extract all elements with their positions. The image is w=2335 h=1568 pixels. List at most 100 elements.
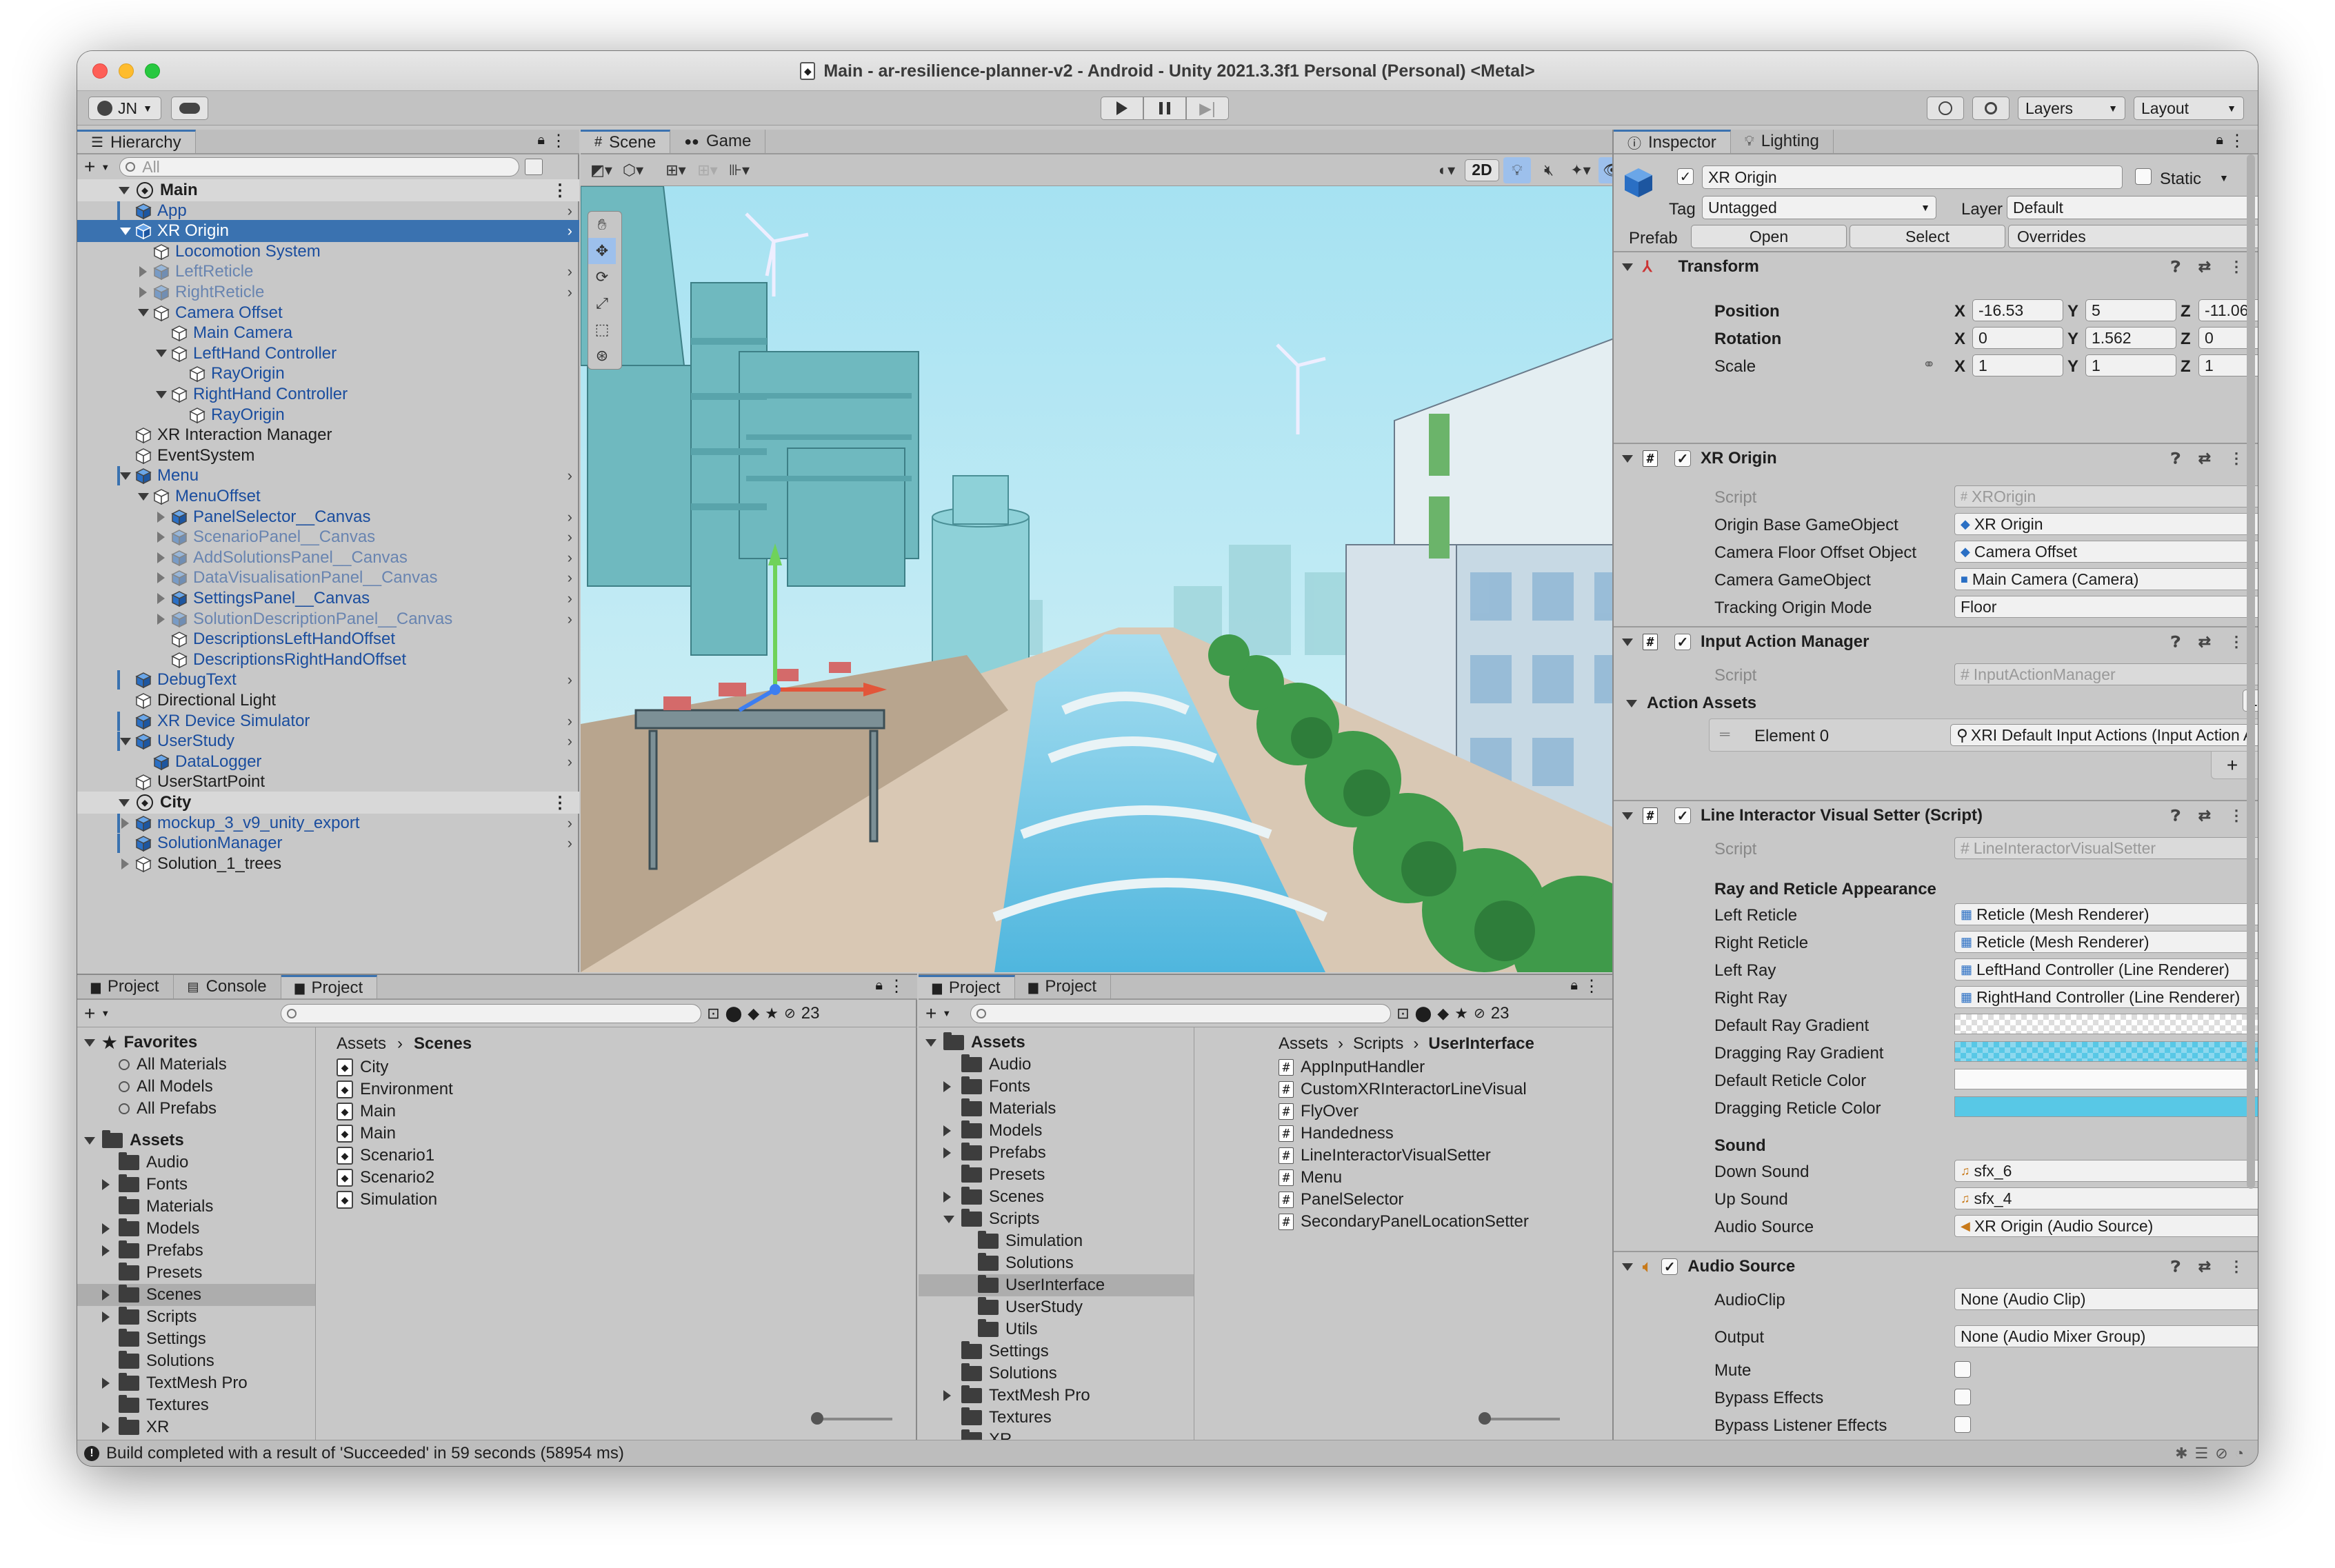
- favorite-item[interactable]: All Models: [77, 1076, 315, 1098]
- rotation-x-input[interactable]: 0: [1972, 327, 2063, 349]
- more-menu-icon[interactable]: ⋮: [2229, 807, 2244, 825]
- scene-file[interactable]: ◆ Simulation: [337, 1189, 888, 1211]
- chevron-right-icon[interactable]: [139, 287, 147, 298]
- hierarchy-item[interactable]: SolutionDescriptionPanel__Canvas ›: [77, 608, 579, 630]
- line-setter-header[interactable]: # ✓ Line Interactor Visual Setter (Script)…: [1614, 800, 2258, 830]
- chevron-right-icon[interactable]: ›: [568, 467, 572, 485]
- chevron-right-icon[interactable]: ›: [568, 753, 572, 771]
- tag-filter-icon[interactable]: ◆: [1437, 1005, 1449, 1023]
- chevron-right-icon[interactable]: ›: [568, 671, 572, 689]
- breadcrumb-assets[interactable]: Assets: [1279, 1034, 1328, 1054]
- folder-item[interactable]: Simulation: [919, 1230, 1194, 1252]
- hierarchy-item[interactable]: SolutionManager ›: [77, 832, 579, 854]
- tag-filter-icon[interactable]: ◆: [748, 1005, 759, 1023]
- folder-tree-section[interactable]: ★ Favorites: [77, 1032, 315, 1054]
- folder-item[interactable]: Textures: [77, 1394, 315, 1416]
- chevron-down-icon[interactable]: [119, 798, 130, 807]
- input-action-manager-header[interactable]: # ✓ Input Action Manager ❓︎ ⇄ ⋮: [1614, 626, 2258, 656]
- play-button[interactable]: [1101, 97, 1143, 120]
- preset-icon[interactable]: ⇄: [2198, 258, 2211, 276]
- script-file[interactable]: # PanelSelector: [1279, 1189, 1596, 1211]
- search-by-label-icon[interactable]: ⬤: [725, 1005, 743, 1023]
- folder-item[interactable]: Solutions: [77, 1350, 315, 1372]
- axis-label-y[interactable]: Y: [2067, 330, 2078, 349]
- audio-toggle-checkbox[interactable]: [1954, 1389, 1971, 1405]
- hierarchy-item[interactable]: Camera Offset: [77, 302, 579, 324]
- scale-tool-icon[interactable]: ⤢: [588, 290, 616, 316]
- rotate-tool-icon[interactable]: ⟳: [588, 264, 616, 290]
- scene-file[interactable]: ◆ Environment: [337, 1078, 888, 1100]
- folder-item[interactable]: TextMesh Pro: [919, 1385, 1194, 1407]
- tab-project-active[interactable]: ▆ Project: [281, 975, 378, 998]
- shading-icon[interactable]: ⬡▾: [619, 157, 647, 183]
- render-mode-icon[interactable]: ◐▾: [1433, 157, 1461, 183]
- hierarchy-item[interactable]: RightHand Controller: [77, 383, 579, 405]
- chevron-right-icon[interactable]: ›: [568, 610, 572, 628]
- scene-row[interactable]: ◆ City ⋮: [77, 792, 579, 814]
- folder-item[interactable]: Presets: [77, 1262, 315, 1284]
- hierarchy-item[interactable]: mockup_3_v9_unity_export ›: [77, 812, 579, 834]
- chevron-down-icon[interactable]: [120, 472, 131, 480]
- scene-file[interactable]: ◆ Main: [337, 1100, 888, 1123]
- hierarchy-search-input[interactable]: All: [119, 157, 520, 177]
- search-by-label-icon[interactable]: ⬤: [1415, 1005, 1432, 1023]
- tab-scene[interactable]: # Scene: [581, 130, 671, 153]
- more-menu-icon[interactable]: ⋮: [2229, 450, 2244, 468]
- chevron-right-icon[interactable]: ›: [568, 814, 572, 832]
- more-menu-icon[interactable]: ⋮: [2229, 633, 2244, 651]
- hidden-packages-icon[interactable]: ⊘: [784, 1005, 796, 1022]
- audio-toggle-checkbox[interactable]: [1954, 1416, 1971, 1433]
- chevron-right-icon[interactable]: [102, 1179, 110, 1190]
- folder-item[interactable]: Scenes: [77, 1284, 315, 1306]
- hierarchy-item[interactable]: RayOrigin: [77, 363, 579, 385]
- help-icon[interactable]: ❓︎: [2171, 258, 2180, 276]
- link-icon[interactable]: ⚭: [1923, 356, 1935, 374]
- gradient-swatch[interactable]: [1954, 1041, 2258, 1062]
- folder-item[interactable]: Materials: [77, 1196, 315, 1218]
- chevron-down-icon[interactable]: [156, 390, 167, 399]
- lock-icon[interactable]: 🔒︎: [1570, 978, 1578, 994]
- audio-toggle-checkbox[interactable]: [1954, 1361, 1971, 1378]
- chevron-down-icon[interactable]: [156, 350, 167, 358]
- add-asset-dropdown[interactable]: +: [925, 1003, 936, 1025]
- help-icon[interactable]: ❓︎: [2171, 807, 2180, 825]
- script-file[interactable]: # Menu: [1279, 1167, 1596, 1189]
- folder-item[interactable]: Prefabs: [919, 1142, 1194, 1164]
- tab-lighting[interactable]: 💡︎ Lighting: [1731, 130, 1834, 153]
- drag-handle-icon[interactable]: ═: [1720, 727, 1730, 743]
- hierarchy-item[interactable]: Solution_1_trees: [77, 853, 579, 875]
- hand-tool-icon[interactable]: ✋︎: [588, 212, 616, 238]
- folder-item[interactable]: UserInterface: [919, 1274, 1194, 1296]
- element-0-field[interactable]: ⚲ XRI Default Input Actions (Input Action…: [1950, 724, 2258, 746]
- hierarchy-item[interactable]: AddSolutionsPanel__Canvas ›: [77, 547, 579, 569]
- debug-icon[interactable]: ✱: [2175, 1445, 2187, 1463]
- hierarchy-item[interactable]: DescriptionsLeftHandOffset: [77, 628, 579, 650]
- hierarchy-item[interactable]: DescriptionsRightHandOffset: [77, 649, 579, 671]
- hidden-packages-icon[interactable]: ⊘: [1474, 1005, 1485, 1022]
- chevron-right-icon[interactable]: [157, 552, 165, 563]
- xr-origin-field-value[interactable]: ◆ XR Origin: [1954, 513, 2258, 535]
- folder-item[interactable]: Scripts: [77, 1306, 315, 1328]
- gradient-swatch[interactable]: [1954, 1014, 2258, 1034]
- axis-label-x[interactable]: X: [1954, 330, 1965, 349]
- chevron-down-icon[interactable]: [84, 1038, 95, 1047]
- account-dropdown[interactable]: JN ▼: [88, 97, 161, 120]
- scene-viewport[interactable]: ✋︎ ✥ ⟳ ⤢ ⬚ ⊛: [581, 186, 1690, 972]
- grid-snap-icon[interactable]: ⊞▾: [662, 157, 690, 183]
- scale-x-input[interactable]: 1: [1972, 354, 2063, 376]
- hierarchy-item[interactable]: Main Camera: [77, 322, 579, 344]
- more-menu-icon[interactable]: ⋮: [552, 793, 568, 813]
- sound-field-value[interactable]: ♫ sfx_4: [1954, 1187, 2258, 1209]
- hierarchy-item[interactable]: MenuOffset: [77, 485, 579, 507]
- chevron-right-icon[interactable]: ›: [568, 834, 572, 852]
- help-icon[interactable]: ❓︎: [2171, 1258, 2180, 1276]
- 2d-toggle-button[interactable]: 2D: [1465, 159, 1499, 181]
- scene-file[interactable]: ◆ Main: [337, 1123, 888, 1145]
- chevron-down-icon[interactable]: [119, 186, 130, 194]
- rotation-y-input[interactable]: 1.562: [2085, 327, 2176, 349]
- hierarchy-item[interactable]: EventSystem: [77, 445, 579, 467]
- script-file[interactable]: # LineInteractorVisualSetter: [1279, 1145, 1596, 1167]
- favorite-item[interactable]: All Prefabs: [77, 1098, 315, 1120]
- chevron-right-icon[interactable]: ›: [568, 528, 572, 546]
- action-assets-foldout[interactable]: Action Assets: [1626, 694, 1756, 713]
